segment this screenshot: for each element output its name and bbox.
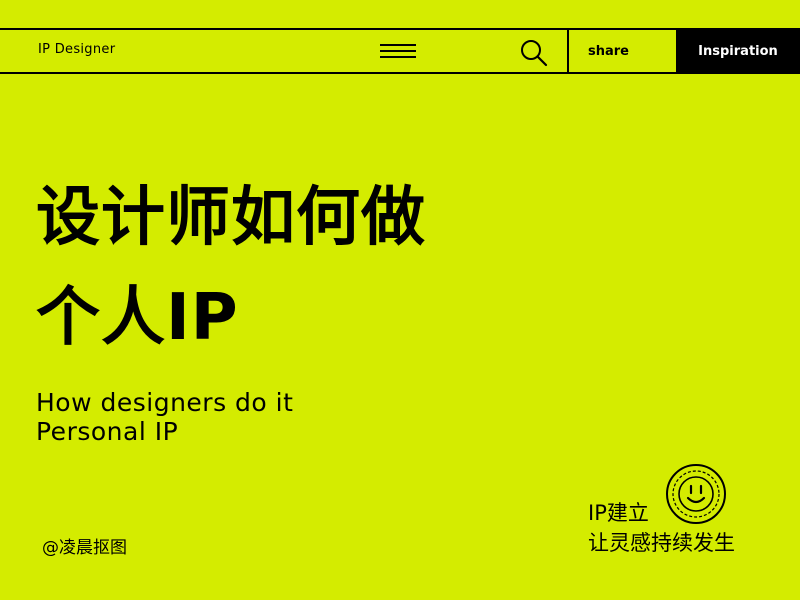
tagline-line-1: IP建立	[588, 501, 649, 525]
search-icon[interactable]	[519, 38, 549, 68]
menu-icon[interactable]	[380, 43, 416, 59]
subtitle-line-2: Personal IP	[36, 417, 179, 446]
subtitle-line-1: How designers do it	[36, 388, 294, 417]
title-line-2: 个人IP	[36, 281, 239, 355]
tagline-line-2: 让灵感持续发生	[588, 531, 735, 555]
nav-divider	[567, 30, 569, 74]
share-link[interactable]: share	[588, 44, 629, 59]
english-subtitle: How designers do it Personal IP	[36, 388, 293, 446]
tagline: IP建立 让灵感持续发生	[588, 498, 735, 558]
brand-label[interactable]: IP Designer	[38, 42, 115, 57]
credit-label: @凌晨抠图	[42, 538, 127, 558]
title-line-1: 设计师如何做	[36, 181, 426, 255]
inspiration-tab[interactable]: Inspiration	[676, 30, 800, 74]
main-title: 设计师如何做 个人IP	[36, 168, 576, 368]
top-navbar: IP Designer share Inspiration	[0, 28, 800, 74]
